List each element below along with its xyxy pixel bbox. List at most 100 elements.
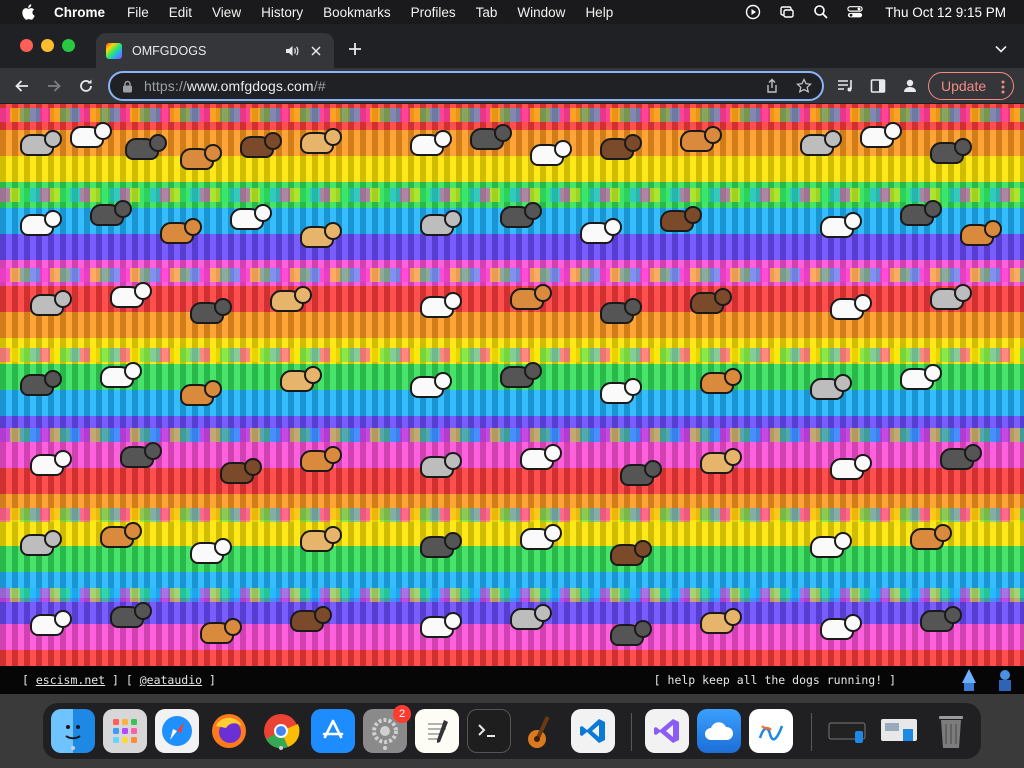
menu-history[interactable]: History	[261, 5, 303, 20]
running-dog-sprite	[510, 284, 552, 310]
running-dog-sprite	[20, 130, 62, 156]
running-dog-sprite	[300, 446, 342, 472]
update-chrome-button[interactable]: Update	[928, 72, 1014, 100]
terminal-icon[interactable]	[467, 709, 511, 753]
guitar-app-icon[interactable]	[519, 709, 563, 753]
url-scheme: https://	[144, 78, 187, 94]
dogs-text-band	[0, 108, 1024, 122]
running-dog-sprite	[910, 524, 952, 550]
running-dog-sprite	[220, 458, 262, 484]
visual-studio-icon[interactable]	[645, 709, 689, 753]
dogs-text-band	[0, 508, 1024, 522]
dogs-text-band	[0, 588, 1024, 602]
running-dog-sprite	[20, 370, 62, 396]
browser-toolbar: https://www.omfgdogs.com/# Update	[0, 68, 1024, 104]
app-store-icon[interactable]	[311, 709, 355, 753]
bookmark-star-icon[interactable]	[795, 77, 813, 94]
running-dog-sprite	[600, 298, 642, 324]
window-controls	[20, 39, 75, 52]
tab-audio-icon[interactable]	[284, 43, 300, 59]
back-arrow-icon[interactable]	[12, 76, 32, 96]
window-maximize-button[interactable]	[62, 39, 75, 52]
menu-tab[interactable]: Tab	[476, 5, 498, 20]
menu-bar-clock[interactable]: Thu Oct 12 9:15 PM	[885, 5, 1006, 20]
profile-avatar-icon[interactable]	[900, 76, 920, 96]
eataudio-link[interactable]: @eataudio	[140, 673, 202, 687]
control-center-icon[interactable]	[847, 4, 863, 20]
menu-window[interactable]: Window	[517, 5, 565, 20]
escism-link[interactable]: escism.net	[36, 673, 105, 687]
running-dog-sprite	[90, 200, 132, 226]
vscode-icon[interactable]	[571, 709, 615, 753]
documents-stack-icon[interactable]	[877, 709, 921, 753]
chrome-icon[interactable]	[259, 709, 303, 753]
footer-corner-sprites	[958, 668, 1016, 692]
window-close-button[interactable]	[20, 39, 33, 52]
omfgdogs-favicon-icon	[106, 42, 122, 59]
browser-tab-active[interactable]: OMFGDOGS	[96, 33, 334, 68]
running-dog-sprite	[420, 612, 462, 638]
reload-icon[interactable]	[76, 76, 96, 96]
textedit-icon[interactable]	[415, 709, 459, 753]
menu-edit[interactable]: Edit	[169, 5, 192, 20]
running-dog-sprite	[30, 610, 72, 636]
running-dog-sprite	[600, 378, 642, 404]
footer-bracket: ] [	[105, 673, 140, 687]
share-icon[interactable]	[764, 78, 780, 94]
finder-icon[interactable]	[51, 709, 95, 753]
running-dog-sprite	[30, 290, 72, 316]
apple-logo-icon[interactable]	[18, 2, 38, 22]
keep-dogs-running-message[interactable]: [ help keep all the dogs running! ]	[654, 673, 896, 687]
menu-file[interactable]: File	[127, 5, 149, 20]
screen-mirroring-icon[interactable]	[779, 4, 795, 20]
media-queue-icon[interactable]	[836, 76, 856, 96]
settings-notification-badge: 2	[393, 705, 411, 723]
menu-app-name[interactable]: Chrome	[54, 5, 105, 20]
running-dog-sprite	[420, 452, 462, 478]
address-bar[interactable]: https://www.omfgdogs.com/#	[108, 71, 824, 101]
more-menu-icon[interactable]	[1001, 79, 1005, 95]
running-dog-sprite	[660, 206, 702, 232]
side-panel-icon[interactable]	[868, 76, 888, 96]
running-dog-sprite	[410, 372, 452, 398]
running-dog-sprite	[420, 292, 462, 318]
new-tab-plus-icon[interactable]	[346, 40, 364, 58]
dogs-text-band	[0, 188, 1024, 202]
menu-profiles[interactable]: Profiles	[411, 5, 456, 20]
weather-icon[interactable]	[697, 709, 741, 753]
running-dog-sprite	[830, 454, 872, 480]
running-dog-sprite	[920, 606, 962, 632]
freeform-icon[interactable]	[749, 709, 793, 753]
menu-bookmarks[interactable]: Bookmarks	[323, 5, 391, 20]
media-play-icon[interactable]	[745, 4, 761, 20]
running-dog-sprite	[800, 130, 842, 156]
desktop-background: 2	[0, 694, 1024, 768]
dogs-text-band	[0, 268, 1024, 282]
firefox-icon[interactable]	[207, 709, 251, 753]
running-indicator	[383, 746, 387, 750]
running-dog-sprite	[20, 210, 62, 236]
tab-search-chevron-icon[interactable]	[994, 42, 1008, 56]
running-dog-sprite	[110, 602, 152, 628]
running-dog-sprite	[520, 524, 562, 550]
menu-view[interactable]: View	[212, 5, 241, 20]
safari-icon[interactable]	[155, 709, 199, 753]
window-minimize-button[interactable]	[41, 39, 54, 52]
running-dog-sprite	[960, 220, 1002, 246]
running-dog-sprite	[290, 606, 332, 632]
running-dog-sprite	[700, 368, 742, 394]
launchpad-icon[interactable]	[103, 709, 147, 753]
spotlight-search-icon[interactable]	[813, 4, 829, 20]
address-bar-url[interactable]: https://www.omfgdogs.com/#	[144, 78, 326, 94]
lock-icon[interactable]	[122, 79, 134, 93]
footer-bracket: ]	[202, 673, 216, 687]
menu-help[interactable]: Help	[585, 5, 613, 20]
forward-arrow-icon[interactable]	[44, 76, 64, 96]
trash-icon[interactable]	[929, 709, 973, 753]
running-dog-sprite	[860, 122, 902, 148]
macos-dock: 2	[42, 702, 982, 760]
running-indicator	[279, 746, 283, 750]
downloads-stack-icon[interactable]	[825, 709, 869, 753]
tab-close-icon[interactable]	[308, 43, 324, 59]
system-settings-icon[interactable]: 2	[363, 705, 411, 753]
